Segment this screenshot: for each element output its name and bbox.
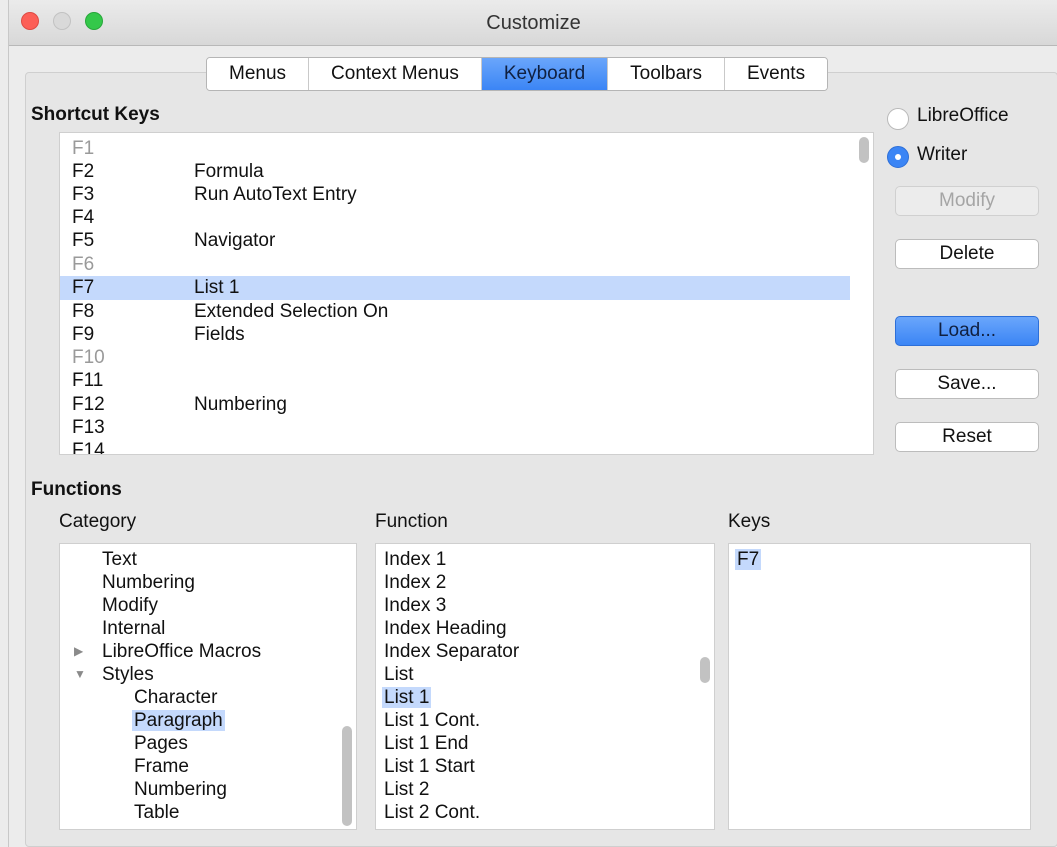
category-item-selected[interactable]: Paragraph bbox=[132, 709, 225, 732]
function-item[interactable]: List 2 Cont. bbox=[384, 801, 480, 824]
shortcut-row[interactable]: F14 bbox=[60, 439, 850, 455]
category-item[interactable]: Modify bbox=[102, 594, 158, 617]
modify-button[interactable]: Modify bbox=[895, 186, 1039, 216]
category-item[interactable]: Styles bbox=[102, 663, 154, 686]
function-item-selected[interactable]: List 1 bbox=[382, 686, 432, 709]
shortcut-list-scrollbar[interactable] bbox=[859, 137, 869, 163]
shortcut-key: F13 bbox=[72, 417, 105, 438]
shortcut-function: Formula bbox=[194, 161, 264, 182]
shortcut-function: Extended Selection On bbox=[194, 301, 389, 322]
shortcut-row[interactable]: F5 Navigator bbox=[60, 229, 850, 253]
function-label: Function bbox=[375, 511, 448, 532]
writer-radio-label[interactable]: Writer bbox=[917, 144, 967, 166]
shortcut-row-selected[interactable]: F7 List 1 bbox=[60, 276, 850, 300]
shortcut-function: Navigator bbox=[194, 230, 276, 251]
category-item[interactable]: LibreOffice Macros bbox=[102, 640, 261, 663]
function-list[interactable]: Index 1 Index 2 Index 3 Index Heading In… bbox=[375, 543, 715, 830]
shortcut-row[interactable]: F13 bbox=[60, 416, 850, 440]
key-item-label: F7 bbox=[735, 549, 762, 570]
function-item[interactable]: List 1 Start bbox=[384, 755, 475, 778]
shortcut-key: F8 bbox=[72, 301, 95, 322]
shortcut-key: F3 bbox=[72, 184, 95, 205]
tab-events[interactable]: Events bbox=[725, 58, 828, 90]
shortcut-row[interactable]: F8 Extended Selection On bbox=[60, 300, 850, 324]
functions-heading: Functions bbox=[31, 479, 122, 500]
shortcut-row[interactable]: F6 bbox=[60, 253, 850, 277]
function-item[interactable]: Index Separator bbox=[384, 640, 519, 663]
category-item-label: Paragraph bbox=[132, 710, 225, 731]
shortcut-row[interactable]: F11 bbox=[60, 369, 850, 393]
category-label: Category bbox=[59, 511, 137, 532]
shortcut-row[interactable]: F2 Formula bbox=[60, 160, 850, 184]
load-button[interactable]: Load... bbox=[895, 316, 1039, 346]
tab-keyboard[interactable]: Keyboard bbox=[481, 58, 609, 90]
expand-arrow-icon[interactable]: ▶ bbox=[74, 640, 83, 663]
category-list[interactable]: Text Numbering Modify Internal ▶ LibreOf… bbox=[59, 543, 357, 830]
category-item[interactable]: Numbering bbox=[134, 778, 227, 801]
shortcut-key: F12 bbox=[72, 394, 105, 415]
category-item[interactable]: Numbering bbox=[102, 571, 195, 594]
keys-label: Keys bbox=[728, 511, 771, 532]
customize-dialog: Customize Menus Context Menus Keyboard T… bbox=[8, 0, 1057, 847]
writer-radio[interactable] bbox=[887, 146, 909, 168]
shortcut-key: F6 bbox=[72, 254, 95, 275]
tab-context-menus[interactable]: Context Menus bbox=[309, 58, 482, 90]
shortcut-key: F14 bbox=[72, 440, 105, 455]
shortcut-key: F9 bbox=[72, 324, 95, 345]
shortcut-key: F2 bbox=[72, 161, 95, 182]
category-item[interactable]: Frame bbox=[134, 755, 189, 778]
collapse-arrow-icon[interactable]: ▼ bbox=[74, 663, 86, 686]
category-item[interactable]: Table bbox=[134, 801, 179, 824]
tab-menus[interactable]: Menus bbox=[207, 58, 310, 90]
shortcut-key: F7 bbox=[72, 277, 95, 298]
window-title: Customize bbox=[486, 12, 581, 34]
shortcut-function: List 1 bbox=[194, 277, 240, 298]
function-item[interactable]: Index 3 bbox=[384, 594, 446, 617]
shortcut-key: F11 bbox=[72, 370, 104, 391]
shortcut-row[interactable]: F3 Run AutoText Entry bbox=[60, 183, 850, 207]
function-list-scrollbar[interactable] bbox=[700, 657, 710, 683]
function-item[interactable]: List 2 bbox=[384, 778, 429, 801]
function-item[interactable]: List bbox=[384, 663, 414, 686]
shortcut-row[interactable]: F10 bbox=[60, 346, 850, 370]
shortcut-key: F1 bbox=[72, 138, 95, 159]
category-item[interactable]: Pages bbox=[134, 732, 188, 755]
category-list-scrollbar[interactable] bbox=[342, 726, 352, 826]
category-item[interactable]: Internal bbox=[102, 617, 165, 640]
function-item-label: List 1 bbox=[382, 687, 432, 708]
category-item[interactable]: Character bbox=[134, 686, 217, 709]
shortcut-function: Fields bbox=[194, 324, 245, 345]
keys-list[interactable]: F7 bbox=[728, 543, 1031, 830]
shortcut-key: F4 bbox=[72, 207, 95, 228]
shortcut-row[interactable]: F12 Numbering bbox=[60, 393, 850, 417]
shortcut-function: Numbering bbox=[194, 394, 287, 415]
shortcut-keys-heading: Shortcut Keys bbox=[31, 104, 160, 125]
tab-bar: Menus Context Menus Keyboard Toolbars Ev… bbox=[206, 57, 829, 91]
libreoffice-radio-label[interactable]: LibreOffice bbox=[917, 105, 1009, 127]
category-item[interactable]: Text bbox=[102, 548, 137, 571]
shortcut-keys-list[interactable]: F1 F2 Formula F3 Run AutoText Entry F4 F… bbox=[59, 132, 874, 455]
libreoffice-radio[interactable] bbox=[887, 108, 909, 130]
function-item[interactable]: Index 1 bbox=[384, 548, 446, 571]
shortcut-row[interactable]: F9 Fields bbox=[60, 323, 850, 347]
shortcut-row[interactable]: F4 bbox=[60, 206, 850, 230]
reset-button[interactable]: Reset bbox=[895, 422, 1039, 452]
title-bar[interactable]: Customize bbox=[9, 0, 1057, 46]
save-button[interactable]: Save... bbox=[895, 369, 1039, 399]
function-item[interactable]: Index Heading bbox=[384, 617, 507, 640]
key-item-selected[interactable]: F7 bbox=[735, 548, 762, 571]
shortcut-function: Run AutoText Entry bbox=[194, 184, 357, 205]
shortcut-row[interactable]: F1 bbox=[60, 137, 850, 161]
function-item[interactable]: List 1 Cont. bbox=[384, 709, 480, 732]
delete-button[interactable]: Delete bbox=[895, 239, 1039, 269]
tab-toolbars[interactable]: Toolbars bbox=[608, 58, 725, 90]
shortcut-key: F5 bbox=[72, 230, 95, 251]
function-item[interactable]: Index 2 bbox=[384, 571, 446, 594]
shortcut-key: F10 bbox=[72, 347, 105, 368]
function-item[interactable]: List 1 End bbox=[384, 732, 469, 755]
